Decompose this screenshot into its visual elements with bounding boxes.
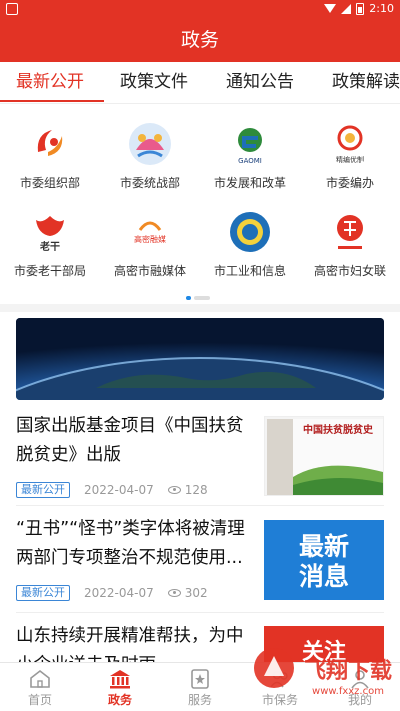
media-center-logo-icon: 高密融媒: [128, 210, 172, 254]
grid-item-organization-dept[interactable]: 市委组织部: [0, 112, 100, 200]
news-meta: 最新公开 2022-04-07 128: [16, 482, 208, 498]
industry-info-logo-icon: [228, 210, 272, 254]
svg-text:www.fxxz.com: www.fxxz.com: [312, 686, 384, 697]
nav-service[interactable]: 服务: [160, 663, 240, 711]
battery-icon: [356, 2, 365, 15]
tab-notices[interactable]: 通知公告: [226, 62, 294, 103]
grid-item-media-center[interactable]: 高密融媒 高密市融媒体: [100, 200, 200, 288]
grid-item-staffing-office[interactable]: 精编优制 市委编办: [300, 112, 400, 200]
news-title: 国家出版基金项目《中国扶贫脱贫史》出版: [16, 416, 244, 465]
status-bar: 2:10: [0, 0, 400, 18]
womens-federation-logo-icon: [328, 210, 372, 254]
service-badge-icon: [191, 669, 209, 689]
tab-latest[interactable]: 最新公开: [16, 62, 84, 103]
news-title: “丑书”“怪书”类字体将被清理 两部门专项整治不规范使用...: [16, 519, 245, 568]
news-date: 2022-04-07: [84, 586, 154, 600]
tab-policy-interpretation[interactable]: 政策解读: [332, 62, 400, 103]
news-date: 2022-04-07: [84, 483, 154, 497]
status-time: 2:10: [369, 2, 394, 15]
banner-image[interactable]: [16, 318, 384, 400]
notification-icon: [6, 3, 18, 15]
site-watermark: 飞翔下载 www.fxxz.com: [248, 628, 400, 711]
veteran-cadres-logo-icon: 老干: [28, 210, 72, 254]
grid-item-industry-info[interactable]: 市工业和信息: [200, 200, 300, 288]
wifi-icon: [324, 4, 337, 13]
section-divider: [0, 304, 400, 312]
views-icon: [167, 486, 181, 494]
staffing-office-logo-icon: 精编优制: [328, 122, 372, 166]
party-emblem-icon: [28, 122, 72, 166]
category-tabs: 最新公开 政策文件 通知公告 政策解读: [0, 62, 400, 104]
united-front-logo-icon: [128, 122, 172, 166]
news-views: 128: [184, 483, 208, 497]
nav-government[interactable]: 政务: [80, 663, 160, 711]
news-thumbnail: 最新 消息: [264, 520, 384, 600]
gaomi-development-logo-icon: GAOMI: [228, 122, 272, 166]
department-grid: 市委组织部 市委统战部 GAOMI 市发展和改革 精编优制 市委编办 老干 市委…: [0, 112, 400, 288]
svg-text:飞翔下载: 飞翔下载: [304, 658, 392, 684]
svg-text:GAOMI: GAOMI: [238, 157, 262, 165]
news-thumbnail: 中国扶贫脱贫史: [264, 416, 384, 496]
news-tag: 最新公开: [16, 482, 70, 498]
government-building-icon: [110, 670, 130, 689]
svg-text:高密融媒: 高密融媒: [134, 234, 166, 244]
active-tab-indicator: [0, 100, 104, 102]
grid-page-indicator: [186, 296, 210, 300]
nav-home[interactable]: 首页: [0, 663, 80, 711]
grid-item-united-front-dept[interactable]: 市委统战部: [100, 112, 200, 200]
grid-item-development-reform[interactable]: GAOMI 市发展和改革: [200, 112, 300, 200]
home-icon: [30, 669, 50, 688]
svg-text:老干: 老干: [39, 240, 60, 253]
news-tag: 最新公开: [16, 585, 70, 601]
page-title: 政务: [0, 18, 400, 62]
news-views: 302: [184, 586, 208, 600]
tab-policy-documents[interactable]: 政策文件: [120, 62, 188, 103]
grid-item-veteran-cadres[interactable]: 老干 市委老干部局: [0, 200, 100, 288]
svg-text:中国扶贫脱贫史: 中国扶贫脱贫史: [303, 423, 374, 436]
news-meta: 最新公开 2022-04-07 302: [16, 585, 208, 601]
grid-item-womens-federation[interactable]: 高密市妇女联: [300, 200, 400, 288]
views-icon: [167, 589, 181, 597]
signal-icon: [341, 3, 352, 14]
svg-text:精编优制: 精编优制: [336, 155, 364, 164]
